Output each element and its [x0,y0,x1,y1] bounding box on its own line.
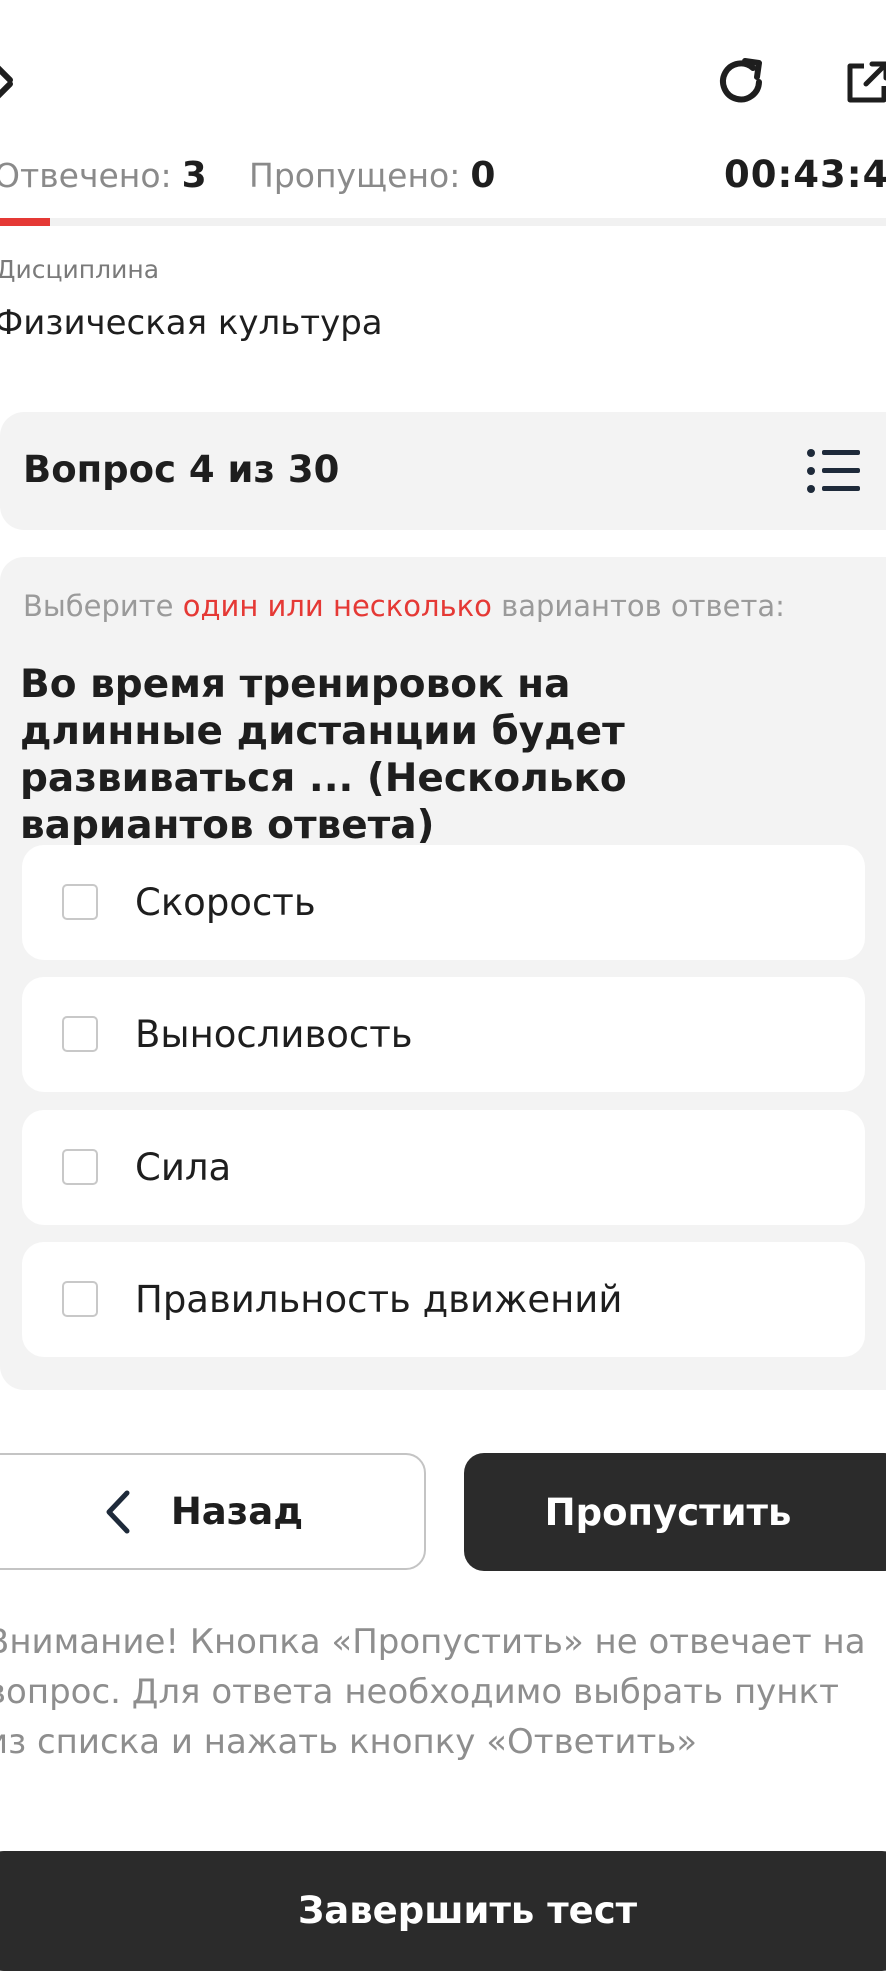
skip-button[interactable]: Пропустить [464,1453,886,1571]
question-text: Во время тренировок на длинные дистанции… [20,662,627,848]
answer-option-1[interactable]: Скорость [22,845,865,960]
option-checkbox[interactable] [62,1281,98,1317]
answer-option-2[interactable]: Выносливость [22,977,865,1092]
skipped-count: 0 [470,155,496,196]
external-link-icon [847,61,886,103]
question-number: Вопрос 4 из 30 [23,448,340,491]
skipped-label: Пропущено: [249,156,461,195]
refresh-button[interactable] [712,52,772,112]
discipline-value: Физическая культура [0,303,383,343]
back-button-label: Назад [170,1490,304,1533]
external-link-button[interactable] [842,58,886,108]
answered-count: 3 [181,155,207,196]
option-checkbox[interactable] [62,1016,98,1052]
option-label: Скорость [135,881,316,924]
instruction-accent: один или несколько [182,589,492,623]
top-bar [0,0,886,160]
instruction-prefix: Выберите [23,589,174,623]
option-label: Сила [135,1146,232,1189]
back-button[interactable]: Назад [0,1453,426,1570]
answer-option-3[interactable]: Сила [22,1110,865,1225]
option-checkbox[interactable] [62,884,98,920]
answered-stat: Отвечено: 3 [0,155,207,196]
progress-fill [0,218,50,226]
answer-option-4[interactable]: Правильность движений [22,1242,865,1357]
skip-notice: Внимание! Кнопка «Пропустить» не отвечае… [0,1622,866,1762]
option-label: Выносливость [135,1013,413,1056]
progress-track [0,218,886,226]
instruction-suffix: вариантов ответа: [501,589,785,623]
question-list-icon [807,449,860,493]
answered-label: Отвечено: [0,156,172,195]
discipline-label: Дисциплина [0,255,160,284]
option-label: Правильность движений [135,1278,623,1321]
answer-instruction: Выберите один или несколько вариантов от… [23,589,785,623]
refresh-icon [720,58,762,103]
skip-button-label: Пропустить [544,1490,792,1534]
close-icon [0,65,13,99]
finish-test-button[interactable]: Завершить тест [0,1851,886,1971]
question-list-button[interactable] [806,447,862,495]
chevron-left-icon [106,1490,130,1533]
skipped-stat: Пропущено: 0 [249,155,495,196]
option-checkbox[interactable] [62,1149,98,1185]
close-button[interactable] [0,50,28,114]
finish-test-label: Завершить тест [298,1889,638,1932]
timer: 00:43:46 [724,153,886,196]
